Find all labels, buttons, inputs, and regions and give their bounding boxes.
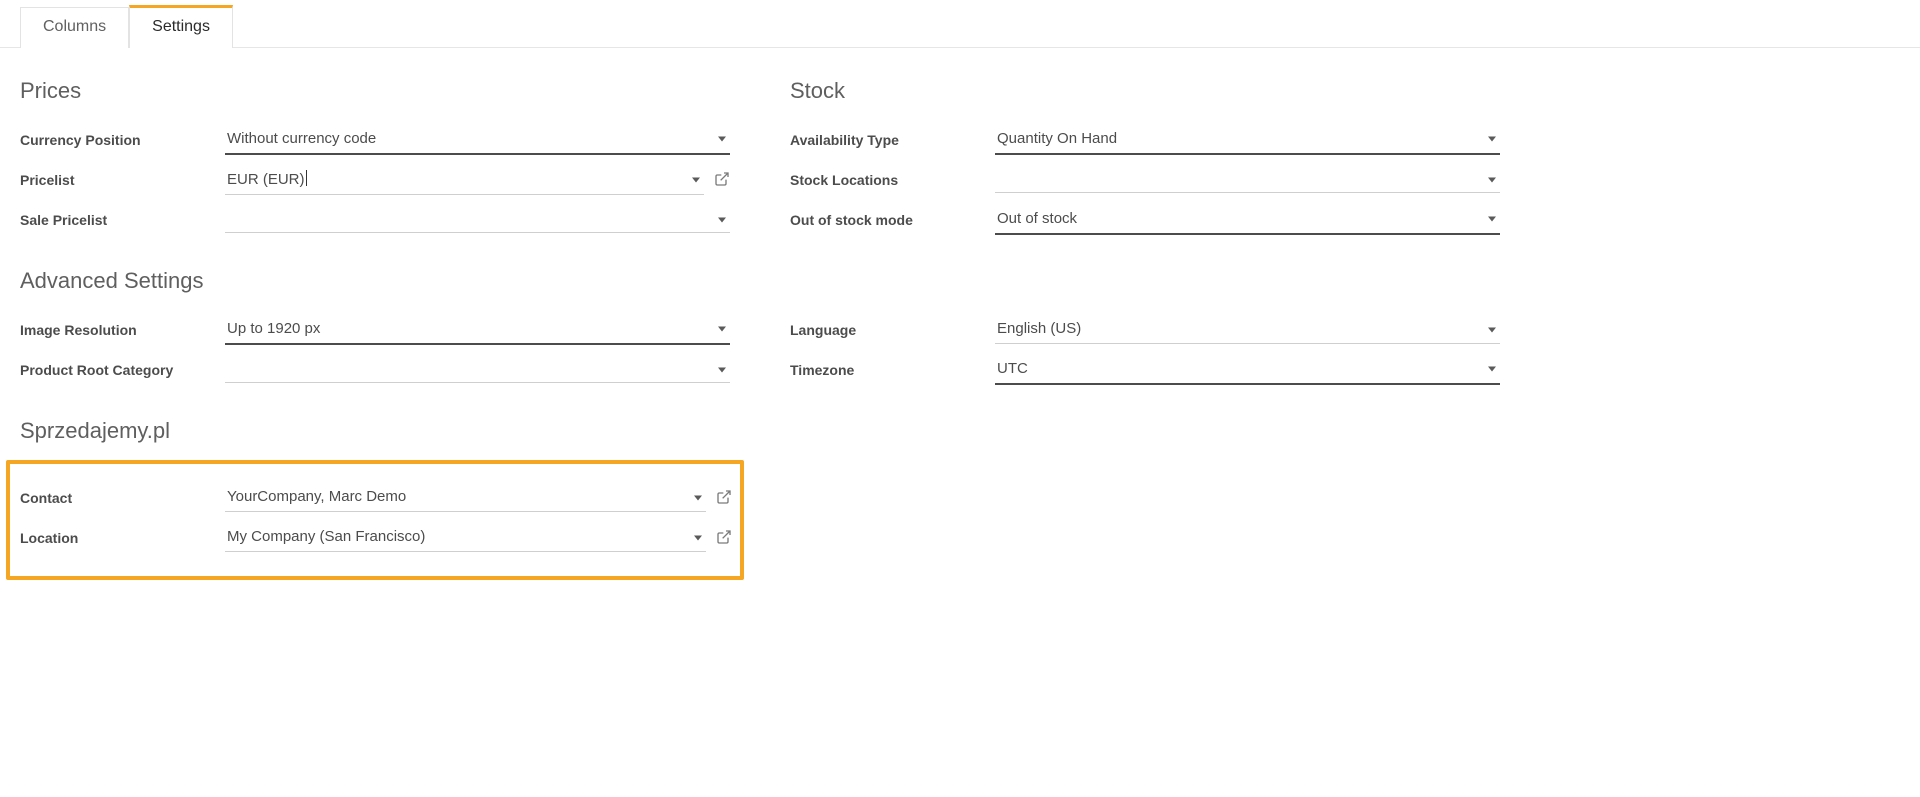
chevron-down-icon bbox=[718, 137, 726, 142]
label-image-resolution: Image Resolution bbox=[20, 322, 225, 338]
chevron-down-icon bbox=[718, 327, 726, 332]
select-value: YourCompany, Marc Demo bbox=[227, 488, 406, 505]
row-currency-position: Currency Position Without currency code bbox=[20, 120, 730, 160]
select-stock-locations[interactable] bbox=[995, 167, 1500, 193]
select-currency-position[interactable]: Without currency code bbox=[225, 126, 730, 155]
select-location[interactable]: My Company (San Francisco) bbox=[225, 524, 706, 552]
chevron-down-icon bbox=[1488, 327, 1496, 332]
section-stock-title: Stock bbox=[790, 78, 1500, 104]
label-product-root-category: Product Root Category bbox=[20, 362, 225, 378]
external-link-icon[interactable] bbox=[714, 171, 730, 190]
select-pricelist[interactable]: EUR (EUR) bbox=[225, 166, 704, 195]
right-column: Stock Availability Type Quantity On Hand… bbox=[790, 78, 1500, 580]
row-product-root-category: Product Root Category bbox=[20, 350, 730, 390]
label-pricelist: Pricelist bbox=[20, 172, 225, 188]
label-timezone: Timezone bbox=[790, 362, 995, 378]
select-value: English (US) bbox=[997, 320, 1081, 337]
tab-label: Settings bbox=[152, 18, 210, 35]
chevron-down-icon bbox=[1488, 177, 1496, 182]
settings-form: Prices Currency Position Without currenc… bbox=[0, 48, 1520, 660]
tab-settings[interactable]: Settings bbox=[129, 5, 233, 48]
select-value: UTC bbox=[997, 360, 1028, 377]
select-value: Out of stock bbox=[997, 210, 1077, 227]
row-language: Language English (US) bbox=[790, 310, 1500, 350]
external-link-icon[interactable] bbox=[716, 489, 732, 508]
chevron-down-icon bbox=[1488, 137, 1496, 142]
row-stock-locations: Stock Locations bbox=[790, 160, 1500, 200]
select-value: Up to 1920 px bbox=[227, 320, 320, 337]
row-contact: Contact YourCompany, Marc Demo bbox=[20, 478, 732, 518]
chevron-down-icon bbox=[692, 177, 700, 182]
section-spr-title: Sprzedajemy.pl bbox=[20, 418, 730, 444]
select-sale-pricelist[interactable] bbox=[225, 207, 730, 233]
tab-bar: Columns Settings bbox=[0, 0, 1920, 48]
row-out-of-stock: Out of stock mode Out of stock bbox=[790, 200, 1500, 240]
row-sale-pricelist: Sale Pricelist bbox=[20, 200, 730, 240]
external-link-icon[interactable] bbox=[716, 529, 732, 548]
label-availability-type: Availability Type bbox=[790, 132, 995, 148]
row-image-resolution: Image Resolution Up to 1920 px bbox=[20, 310, 730, 350]
chevron-down-icon bbox=[694, 495, 702, 500]
label-location: Location bbox=[20, 530, 225, 546]
row-pricelist: Pricelist EUR (EUR) bbox=[20, 160, 730, 200]
select-contact[interactable]: YourCompany, Marc Demo bbox=[225, 484, 706, 512]
label-sale-pricelist: Sale Pricelist bbox=[20, 212, 225, 228]
label-contact: Contact bbox=[20, 490, 225, 506]
select-value: Quantity On Hand bbox=[997, 130, 1117, 147]
chevron-down-icon bbox=[718, 217, 726, 222]
chevron-down-icon bbox=[1488, 217, 1496, 222]
section-advanced-title: Advanced Settings bbox=[20, 268, 730, 294]
select-availability-type[interactable]: Quantity On Hand bbox=[995, 126, 1500, 155]
tab-columns[interactable]: Columns bbox=[20, 7, 129, 48]
row-location: Location My Company (San Francisco) bbox=[20, 518, 732, 558]
select-language[interactable]: English (US) bbox=[995, 316, 1500, 344]
row-availability-type: Availability Type Quantity On Hand bbox=[790, 120, 1500, 160]
select-timezone[interactable]: UTC bbox=[995, 356, 1500, 385]
label-stock-locations: Stock Locations bbox=[790, 172, 995, 188]
tab-label: Columns bbox=[43, 18, 106, 35]
row-timezone: Timezone UTC bbox=[790, 350, 1500, 390]
label-currency-position: Currency Position bbox=[20, 132, 225, 148]
chevron-down-icon bbox=[718, 367, 726, 372]
select-value: Without currency code bbox=[227, 130, 376, 147]
left-column: Prices Currency Position Without currenc… bbox=[20, 78, 730, 580]
select-product-root-category[interactable] bbox=[225, 357, 730, 383]
section-prices-title: Prices bbox=[20, 78, 730, 104]
select-value: EUR (EUR) bbox=[227, 171, 307, 188]
select-out-of-stock[interactable]: Out of stock bbox=[995, 206, 1500, 235]
select-image-resolution[interactable]: Up to 1920 px bbox=[225, 316, 730, 345]
label-out-of-stock: Out of stock mode bbox=[790, 212, 995, 228]
chevron-down-icon bbox=[694, 535, 702, 540]
label-language: Language bbox=[790, 322, 995, 338]
chevron-down-icon bbox=[1488, 367, 1496, 372]
highlight-region: Contact YourCompany, Marc Demo bbox=[6, 460, 744, 580]
select-value: My Company (San Francisco) bbox=[227, 528, 425, 545]
